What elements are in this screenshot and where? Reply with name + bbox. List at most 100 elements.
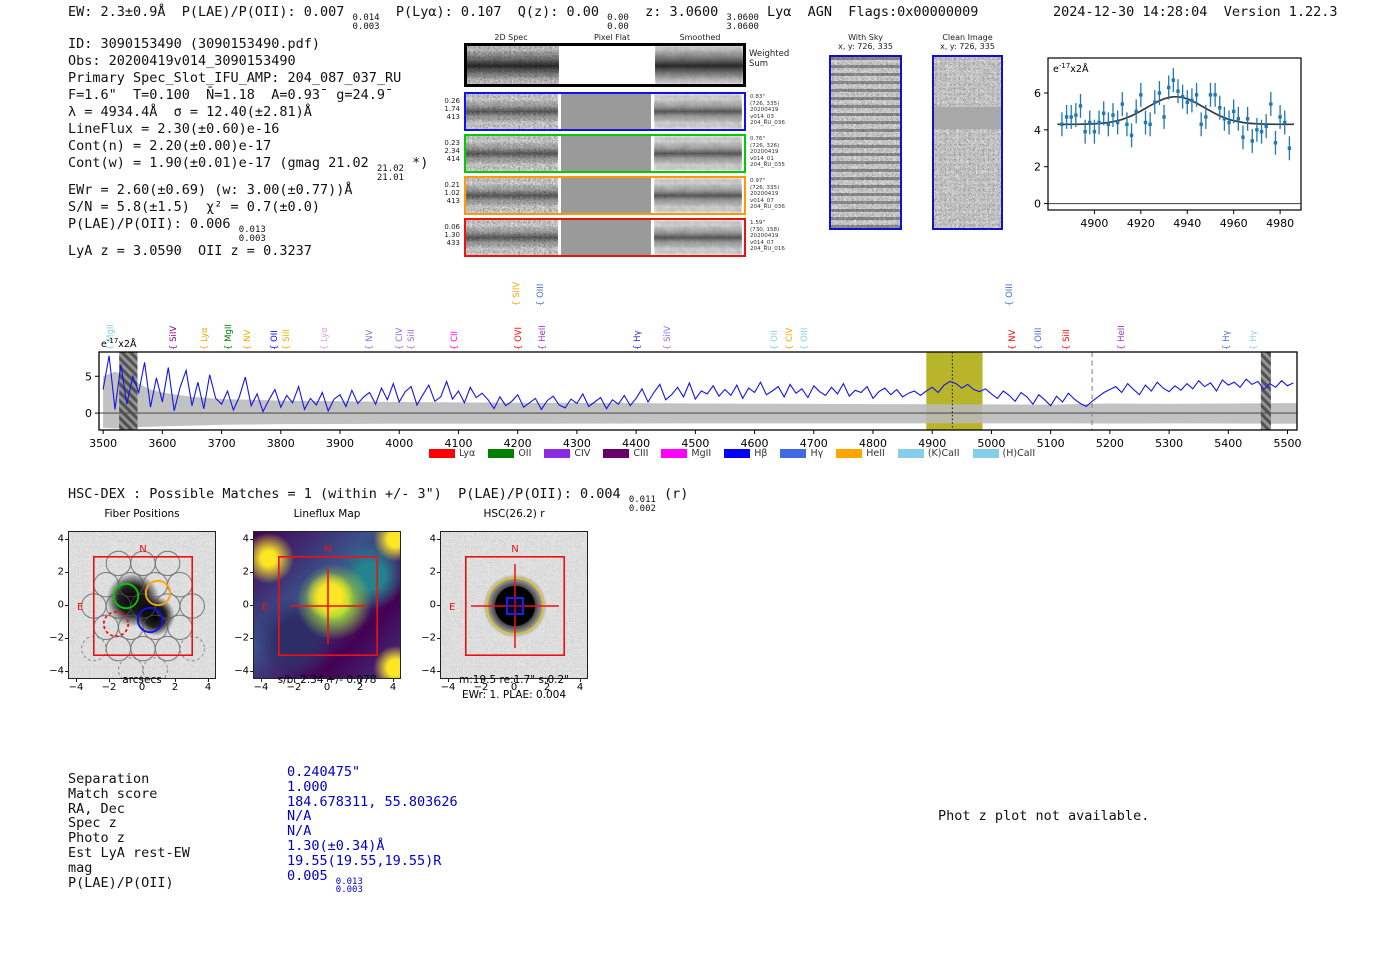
with-sky-panel: With Sky x, y: 726, 335	[829, 33, 902, 230]
svg-text:4960: 4960	[1220, 217, 1248, 230]
spec2d-header-smoothed: Smoothed	[679, 33, 721, 42]
sup-sub-value: 0.014 0.003	[352, 13, 380, 32]
tick-mark	[261, 679, 262, 682]
pixelflat-cell	[561, 136, 651, 171]
match-table-value: 0.240475"	[287, 764, 361, 780]
tick-mark	[65, 539, 68, 540]
match-table-label: Spec z	[68, 815, 117, 832]
elixer-report-page: EW: 2.3±0.9Å P(LAE)/P(OII): 0.007 0.014 0…	[0, 0, 1400, 953]
legend-label: MgII	[691, 448, 712, 459]
tick-mark	[76, 679, 77, 682]
match-table-value: 1.000	[287, 778, 328, 795]
spec2d-row	[464, 43, 746, 87]
report-meta: 2024-12-30 14:28:04 Version 1.22.3	[1053, 4, 1338, 20]
tick-mark	[250, 572, 253, 573]
svg-text:4980: 4980	[1266, 217, 1294, 230]
match-table-value: N/A	[287, 808, 312, 825]
svg-text:4920: 4920	[1127, 217, 1155, 230]
compass-east: E	[77, 602, 83, 613]
tick-mark	[294, 679, 295, 682]
x-tick-label: 2	[171, 682, 179, 693]
pixelflat-cell	[561, 94, 651, 129]
tick-mark	[208, 679, 209, 682]
summary-header: EW: 2.3±0.9Å P(LAE)/P(OII): 0.007 0.014 0…	[68, 4, 979, 32]
smoothed-cell	[654, 178, 742, 213]
row-fiber-annotation: 0.76" (726, 326) 20200419 v014_01 204_RU…	[750, 136, 785, 169]
tick-mark	[65, 572, 68, 573]
info-line: Cont(n) = 2.20(±0.00)e-17	[68, 138, 272, 154]
smoothed-cell	[655, 46, 743, 84]
detection-box	[505, 596, 525, 616]
legend-swatch	[488, 449, 515, 458]
svg-text:3900: 3900	[326, 437, 354, 450]
smoothed-cell	[654, 136, 742, 171]
tick-mark	[437, 572, 440, 573]
legend-swatch	[603, 449, 630, 458]
spec2d-cell	[466, 220, 558, 255]
legend-swatch	[724, 449, 751, 458]
y-tick-label: −2	[421, 632, 436, 644]
match-table-value: 19.55(19.55,19.55)R	[287, 852, 442, 869]
tick-mark	[437, 671, 440, 672]
sup-sub-value: 0.013 0.003	[238, 225, 266, 244]
tick-mark	[65, 605, 68, 606]
y-tick-label: −4	[234, 665, 249, 677]
with-sky-image	[829, 55, 902, 230]
match-table-label: mag	[68, 859, 93, 876]
x-tick-label: −4	[68, 682, 84, 693]
match-table-values: 0.240475" 1.000 184.678311, 55.803626 N/A N/…	[287, 765, 458, 895]
svg-text:4000: 4000	[385, 437, 413, 450]
tick-mark	[250, 638, 253, 639]
with-sky-coords: x, y: 726, 335	[838, 42, 893, 51]
tick-mark	[547, 679, 548, 682]
info-line: Obs: 20200419v014_3090153490	[68, 53, 296, 69]
tick-mark	[65, 671, 68, 672]
svg-text:e-17x2Å: e-17x2Å	[101, 337, 137, 350]
svg-text:5100: 5100	[1037, 437, 1065, 450]
legend-swatch	[836, 449, 863, 458]
sup-sub-value: 0.013 0.003	[335, 876, 363, 896]
svg-text:3600: 3600	[148, 437, 176, 450]
y-tick-label: 0	[242, 599, 249, 611]
x-tick-label: 4	[576, 682, 584, 693]
x-tick-label: −4	[440, 682, 456, 693]
y-tick-label: −2	[49, 632, 64, 644]
legend-label: Hγ	[810, 448, 824, 459]
row-weights-label: 0.06 1.30 433	[444, 223, 460, 248]
x-tick-label: 0	[138, 682, 146, 693]
row-fiber-annotation: 0.83" (726, 335) 20200419 v014_03 204_RU…	[750, 94, 785, 127]
info-line: EWr = 2.60(±0.69) (w: 3.00(±0.77))Å	[68, 182, 353, 198]
tick-mark	[448, 679, 449, 682]
x-tick-label: 4	[204, 682, 212, 693]
tick-mark	[481, 679, 482, 682]
match-table-label: Separation	[68, 771, 150, 787]
y-tick-label: −4	[49, 665, 64, 677]
legend-swatch	[661, 449, 688, 458]
y-tick-label: 2	[57, 566, 64, 578]
clean-image-panel: Clean Image x, y: 726, 335	[932, 33, 1003, 230]
sup-sub-value: 0.011 0.002	[628, 495, 656, 514]
legend-swatch	[429, 449, 455, 458]
spec2d-cell	[466, 136, 558, 171]
tick-mark	[250, 605, 253, 606]
sky-banding	[831, 57, 900, 228]
smoothed-cell	[654, 220, 742, 255]
tick-mark	[109, 679, 110, 682]
pixelflat-cell	[561, 220, 651, 255]
legend-item: OII	[488, 448, 531, 459]
spec2d-row	[464, 134, 746, 173]
x-tick-label: 2	[356, 682, 364, 693]
match-table-value: N/A	[287, 823, 312, 840]
svg-text:6: 6	[1034, 87, 1041, 100]
x-tick-label: 0	[510, 682, 518, 693]
info-line: Cont(w) = 1.90(±0.01)e-17 (gmag 21.02 21…	[68, 155, 429, 183]
svg-text:3700: 3700	[208, 437, 236, 450]
legend-item: Lyα	[429, 448, 475, 459]
match-table-value: 0.005 0.013 0.003	[287, 867, 363, 896]
info-line: S/N = 5.8(±1.5) χ² = 0.7(±0.0)	[68, 199, 320, 215]
info-line: F=1.6" T=0.100 N̄=1.18 A=0.93̄ g=24.9̄	[68, 87, 385, 103]
hsc-cutout-title: HSC(26.2) r	[483, 508, 545, 520]
tick-mark	[175, 679, 176, 682]
legend-swatch	[972, 449, 999, 458]
tick-mark	[514, 679, 515, 682]
